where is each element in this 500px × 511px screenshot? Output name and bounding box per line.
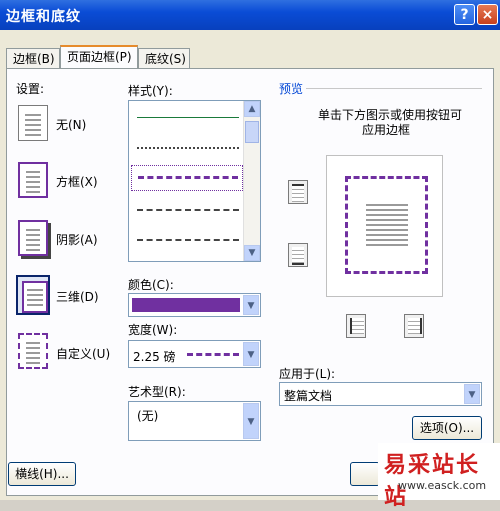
scroll-thumb[interactable]: [245, 121, 259, 143]
style-dotted-line[interactable]: [137, 147, 239, 150]
preview-instruction-2: 应用边框: [362, 123, 411, 137]
scroll-down-icon[interactable]: ▼: [244, 245, 260, 261]
options-button[interactable]: 选项(O)...: [412, 416, 482, 440]
width-label: 宽度(W):: [128, 323, 178, 337]
chevron-down-icon[interactable]: ▼: [243, 342, 259, 366]
apply-to-value: 整篇文档: [284, 389, 333, 403]
right-border-icon: [408, 318, 422, 334]
setting-custom-label[interactable]: 自定义(U): [56, 345, 110, 362]
setting-custom-icon[interactable]: [18, 333, 48, 369]
chevron-down-icon[interactable]: ▼: [243, 295, 259, 315]
setting-none-icon[interactable]: [18, 105, 48, 141]
art-dropdown[interactable]: (无) ▼: [128, 401, 261, 441]
bottom-border-icon: [292, 247, 304, 265]
style-list[interactable]: ▲ ▼: [128, 100, 261, 262]
help-button[interactable]: ?: [454, 4, 475, 25]
style-selected-item[interactable]: [131, 165, 243, 191]
tab-shading[interactable]: 底纹(S): [138, 48, 190, 68]
preview-text-lines: [366, 201, 408, 247]
left-border-icon: [350, 318, 364, 334]
window-title: 边框和底纹: [6, 9, 81, 25]
apply-to-label: 应用于(L):: [279, 367, 336, 381]
watermark-url: www.easck.com: [398, 479, 487, 492]
watermark: 易采站长站 www.easck.com: [378, 443, 500, 510]
chevron-down-icon[interactable]: ▼: [464, 384, 480, 404]
settings-header: 设置:: [16, 82, 45, 96]
preview-border: [345, 176, 428, 274]
setting-shadow-icon[interactable]: [18, 220, 48, 256]
scroll-up-icon[interactable]: ▲: [244, 101, 260, 117]
right-border-button[interactable]: [404, 314, 424, 338]
width-value: 2.25 磅: [133, 350, 176, 364]
style-scrollbar[interactable]: ▲ ▼: [243, 101, 260, 261]
close-button[interactable]: ×: [477, 4, 498, 25]
style-long-dash-line[interactable]: [137, 239, 239, 242]
style-solid-line[interactable]: [137, 117, 239, 119]
art-label: 艺术型(R):: [128, 385, 186, 399]
color-dropdown[interactable]: ▼: [128, 293, 261, 317]
preview-pane[interactable]: [326, 155, 443, 297]
width-dropdown[interactable]: 2.25 磅 ▼: [128, 340, 261, 368]
preview-divider: [306, 88, 482, 89]
color-swatch: [132, 298, 240, 312]
setting-3d-icon[interactable]: [16, 275, 50, 315]
horizontal-line-button[interactable]: 横线(H)...: [8, 462, 76, 486]
chevron-down-icon[interactable]: ▼: [243, 403, 259, 439]
preview-header: 预览: [279, 82, 304, 96]
ok-button[interactable]: [350, 462, 380, 486]
setting-shadow-label[interactable]: 阴影(A): [56, 231, 98, 248]
color-label: 颜色(C):: [128, 278, 174, 292]
tab-page-borders[interactable]: 页面边框(P): [60, 45, 138, 68]
top-border-button[interactable]: [288, 180, 308, 204]
top-border-icon: [292, 184, 304, 202]
art-value: (无): [137, 409, 159, 423]
setting-box-label[interactable]: 方框(X): [56, 173, 98, 190]
tab-borders[interactable]: 边框(B): [6, 48, 60, 68]
style-dashed-line[interactable]: [137, 209, 239, 212]
style-header: 样式(Y):: [128, 84, 173, 98]
apply-to-dropdown[interactable]: 整篇文档 ▼: [279, 382, 482, 406]
setting-3d-label[interactable]: 三维(D): [56, 288, 99, 305]
title-bar: 边框和底纹 ? ×: [0, 0, 500, 30]
bottom-border-button[interactable]: [288, 243, 308, 267]
style-dashed-purple-line: [138, 176, 238, 179]
width-sample-line: [187, 353, 239, 356]
setting-none-label[interactable]: 无(N): [56, 116, 86, 133]
setting-box-icon[interactable]: [18, 162, 48, 198]
left-border-button[interactable]: [346, 314, 366, 338]
